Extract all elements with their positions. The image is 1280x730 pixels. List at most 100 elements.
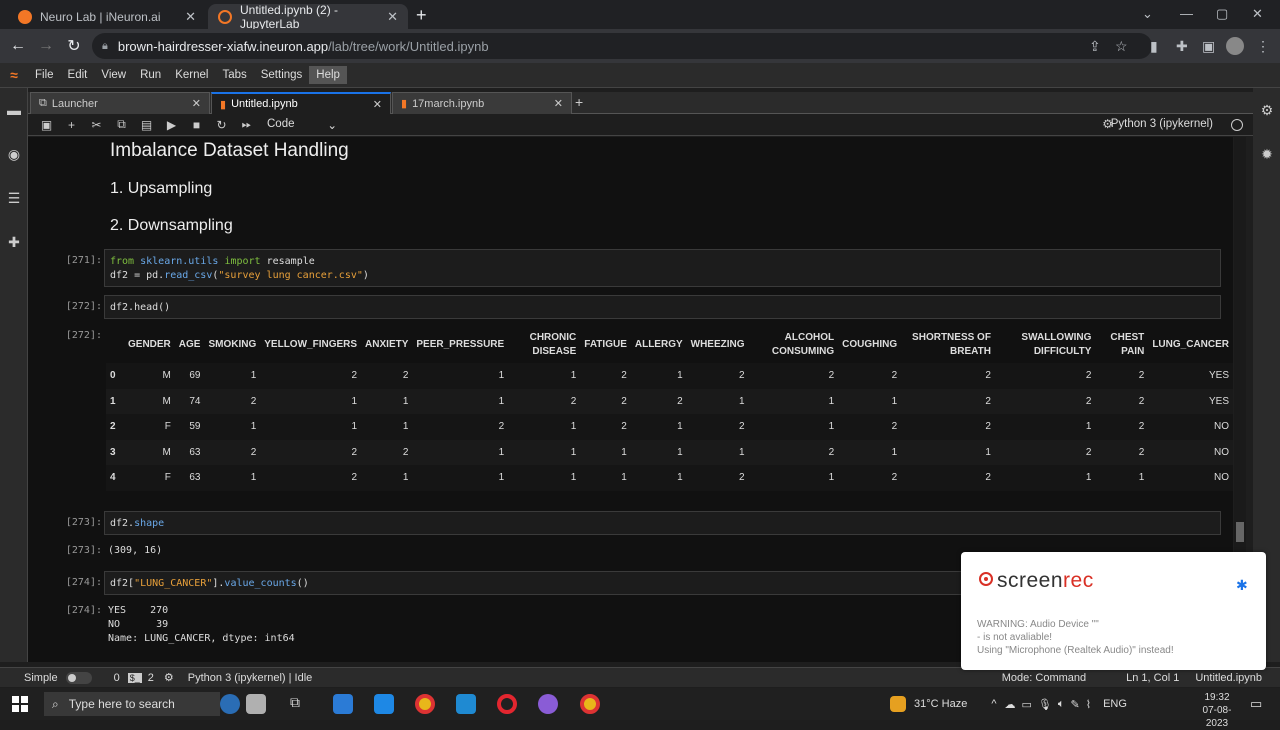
paste-icon[interactable]: ▤ bbox=[134, 118, 159, 132]
github-icon[interactable] bbox=[538, 694, 558, 714]
extension-manager-icon[interactable]: ✚ bbox=[6, 234, 22, 250]
simple-mode-toggle[interactable] bbox=[65, 671, 92, 684]
property-inspector-icon[interactable]: ⚙ bbox=[1259, 102, 1275, 118]
address-bar[interactable]: 🔒︎ brown-hairdresser-xiafw.ineuron.app/l… bbox=[92, 33, 1152, 59]
widget-app-icon[interactable] bbox=[246, 694, 266, 714]
save-icon[interactable]: ▣ bbox=[34, 118, 59, 132]
microphone-icon[interactable]: 🎙︎ bbox=[1038, 698, 1052, 711]
language-indicator[interactable]: ENG bbox=[1103, 698, 1127, 710]
close-icon[interactable]: ✕ bbox=[554, 97, 563, 110]
forward-arrow-icon[interactable]: → bbox=[32, 37, 60, 55]
maximize-button[interactable]: ▢ bbox=[1216, 6, 1228, 22]
table-row: 3 M 63 2 2 2 1 1 1 1 1 2 1 1 2 2 NO bbox=[106, 439, 1233, 465]
warning-line: WARNING: Audio Device "" bbox=[977, 619, 1099, 630]
notification-icon[interactable]: ▭ bbox=[1250, 696, 1262, 712]
kernel-status[interactable]: Python 3 (ipykernel) | Idle bbox=[188, 672, 313, 684]
taskbar-search[interactable]: ⌕ Type here to search bbox=[44, 692, 220, 716]
kernel-count[interactable]: 2 bbox=[148, 672, 154, 684]
cursor-position[interactable]: Ln 1, Col 1 bbox=[1126, 672, 1179, 684]
code-cell-271[interactable]: from sklearn.utils import resample df2 =… bbox=[104, 249, 1221, 287]
file-explorer-icon[interactable] bbox=[333, 694, 353, 714]
window-close-button[interactable]: ✕ bbox=[1252, 6, 1263, 22]
tab-untitled[interactable]: ▮ Untitled.ipynb ✕ bbox=[211, 92, 391, 114]
table-body: 0 M 69 1 2 2 1 1 2 1 2 2 2 2 2 2 YES 1 M 74 2 1 1 1 2 2 2 1 1 1 2 2 2 YES… bbox=[106, 363, 1233, 491]
weather-icon[interactable] bbox=[890, 696, 906, 712]
pin-icon[interactable]: ✱ bbox=[1236, 577, 1248, 594]
cut-icon[interactable]: ✂ bbox=[84, 118, 109, 132]
chrome-icon[interactable] bbox=[415, 694, 435, 714]
table-cell: 1 bbox=[1138, 472, 1145, 484]
star-icon[interactable]: ☆ bbox=[1115, 38, 1128, 55]
close-icon[interactable]: ✕ bbox=[387, 9, 398, 25]
share-icon[interactable]: ⇪ bbox=[1089, 38, 1101, 55]
column-header bbox=[106, 327, 124, 363]
stop-icon[interactable]: ■ bbox=[184, 118, 209, 132]
folder-icon[interactable]: ▬ bbox=[6, 102, 22, 118]
copy-icon[interactable]: ⧉ bbox=[109, 117, 134, 132]
vscode-icon[interactable] bbox=[456, 694, 476, 714]
menu-help[interactable]: Help bbox=[309, 66, 347, 84]
code-token: value_counts bbox=[224, 578, 297, 589]
puzzle-icon[interactable]: ✚ bbox=[1176, 38, 1188, 55]
menu-view[interactable]: View bbox=[94, 66, 133, 84]
close-icon[interactable]: ✕ bbox=[192, 97, 201, 110]
menu-tabs[interactable]: Tabs bbox=[215, 66, 253, 84]
new-tab-button[interactable]: + bbox=[416, 5, 427, 26]
tab-launcher[interactable]: ⧉ Launcher ✕ bbox=[30, 92, 210, 114]
cell-output: YES 270 NO 39 Name: LUNG_CANCER, dtype: … bbox=[108, 605, 295, 644]
restart-icon[interactable]: ↻ bbox=[209, 118, 234, 132]
wifi-icon[interactable]: ⌇ bbox=[1086, 698, 1091, 711]
insert-cell-icon[interactable]: + bbox=[59, 118, 84, 132]
code-cell-273[interactable]: df2.shape bbox=[104, 511, 1221, 535]
table-cell: 2 bbox=[250, 395, 257, 407]
terminal-count[interactable]: 0 bbox=[114, 672, 120, 684]
clock[interactable]: 19:32 07-08-2023 bbox=[1192, 691, 1242, 730]
speaker-icon[interactable]: 🔈︎ bbox=[1058, 698, 1065, 711]
battery-icon[interactable]: ▭ bbox=[1022, 698, 1032, 711]
minimize-button[interactable]: — bbox=[1180, 6, 1193, 21]
reload-icon[interactable]: ↻ bbox=[60, 36, 88, 56]
close-icon[interactable]: ✕ bbox=[185, 9, 196, 25]
simple-mode-label: Simple bbox=[24, 671, 58, 684]
chevron-down-icon[interactable]: ⌄ bbox=[1142, 6, 1153, 22]
menu-settings[interactable]: Settings bbox=[254, 66, 310, 84]
table-cell: NO bbox=[1214, 446, 1229, 458]
windows-start-icon[interactable] bbox=[12, 696, 28, 712]
cloud-icon[interactable]: ☁ bbox=[1005, 698, 1016, 711]
pen-icon[interactable]: ✎ bbox=[1070, 698, 1079, 711]
running-icon[interactable]: ◉ bbox=[6, 146, 22, 162]
toc-icon[interactable]: ☰ bbox=[6, 190, 22, 206]
opera-icon[interactable] bbox=[497, 694, 517, 714]
weather-text[interactable]: 31°C Haze bbox=[914, 698, 967, 710]
kernel-name[interactable]: Python 3 (ipykernel) bbox=[1111, 118, 1213, 130]
add-tab-button[interactable]: + bbox=[575, 94, 583, 110]
debugger-icon[interactable]: ✹ bbox=[1259, 146, 1275, 162]
chrome-icon[interactable] bbox=[580, 694, 600, 714]
scrollbar-thumb[interactable] bbox=[1236, 522, 1244, 542]
task-view-icon[interactable]: ⧉ bbox=[290, 694, 310, 714]
cell-type-select[interactable]: Code ⌄ bbox=[267, 118, 337, 132]
table-cell: 63 bbox=[189, 446, 201, 458]
column-header: PEER_PRESSURE bbox=[416, 339, 505, 350]
menu-run[interactable]: Run bbox=[133, 66, 168, 84]
soccer-app-icon[interactable] bbox=[220, 694, 240, 714]
menu-edit[interactable]: Edit bbox=[61, 66, 95, 84]
code-cell-272[interactable]: df2.head() bbox=[104, 295, 1221, 319]
browser-tab-jupyterlab[interactable]: Untitled.ipynb (2) - JupyterLab ✕ bbox=[208, 3, 408, 31]
fast-forward-icon[interactable]: ⏩︎ bbox=[234, 117, 259, 132]
kebab-menu-icon[interactable]: ⋮ bbox=[1256, 38, 1270, 55]
back-arrow-icon[interactable]: ← bbox=[4, 37, 32, 55]
run-icon[interactable]: ▶ bbox=[159, 118, 184, 132]
tab-17march[interactable]: ▮ 17march.ipynb ✕ bbox=[392, 92, 572, 114]
chevron-up-icon[interactable]: ^ bbox=[991, 698, 996, 710]
gear-icon[interactable]: ⚙ bbox=[164, 671, 174, 684]
menu-kernel[interactable]: Kernel bbox=[168, 66, 215, 84]
extension-icon[interactable]: ▮ bbox=[1150, 38, 1158, 55]
sidepanel-icon[interactable]: ▣ bbox=[1202, 38, 1215, 55]
avatar[interactable] bbox=[1226, 37, 1244, 55]
mail-icon[interactable] bbox=[374, 694, 394, 714]
menu-file[interactable]: File bbox=[28, 66, 61, 84]
close-icon[interactable]: ✕ bbox=[373, 98, 382, 111]
browser-tab-neurolab[interactable]: Neuro Lab | iNeuron.ai ✕ bbox=[8, 4, 206, 29]
code-token: resample bbox=[266, 256, 315, 267]
